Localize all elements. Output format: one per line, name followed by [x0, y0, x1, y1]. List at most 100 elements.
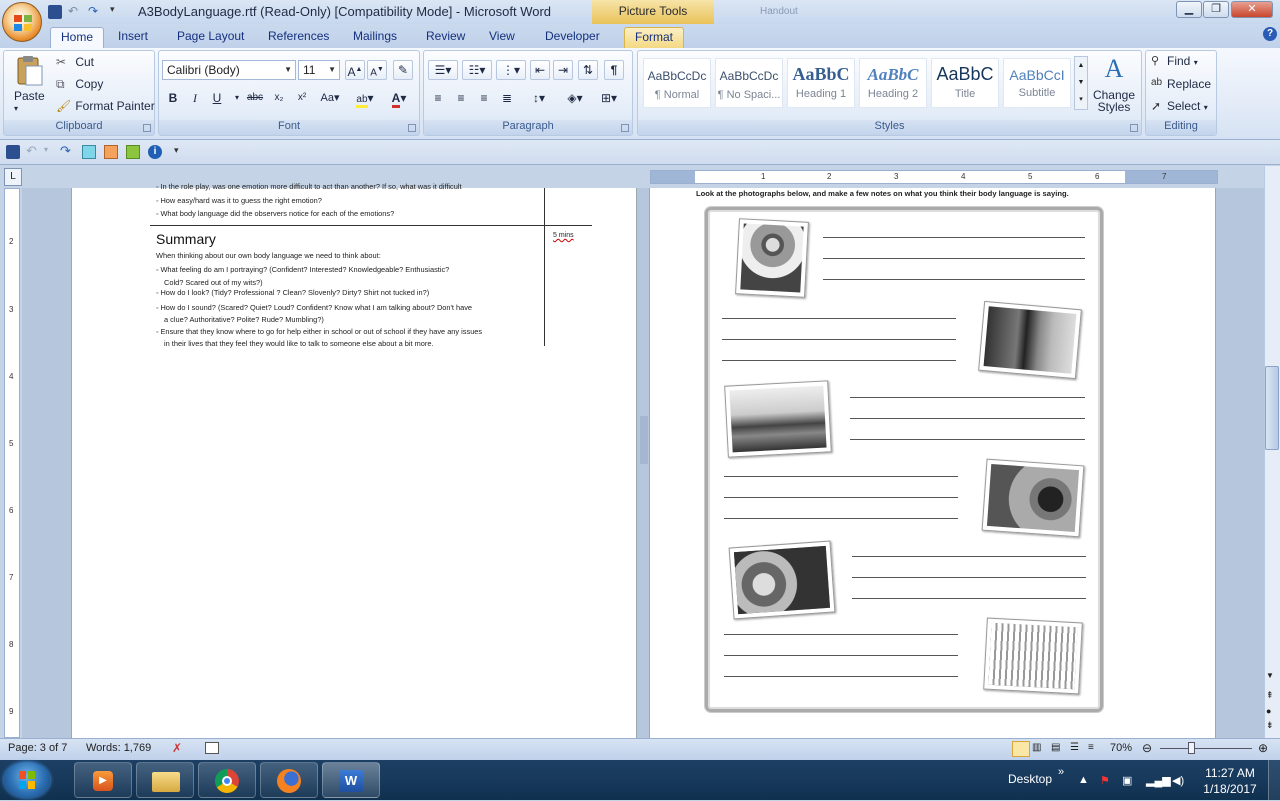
tab-review[interactable]: Review	[416, 27, 475, 48]
underline-dropdown-icon[interactable]: ▾	[227, 88, 247, 108]
help-icon[interactable]: ?	[1263, 27, 1277, 41]
next-page-icon[interactable]: ⇟	[1266, 720, 1274, 731]
clock-date[interactable]: 1/18/2017	[1198, 782, 1262, 796]
close-button[interactable]: ✕	[1231, 1, 1273, 18]
zoom-level[interactable]: 70%	[1110, 742, 1132, 754]
font-launcher-icon[interactable]	[408, 124, 416, 132]
tab-home[interactable]: Home	[50, 27, 105, 48]
horizontal-ruler[interactable]: 1 2 3 4 5 6 7	[650, 170, 1218, 184]
strikethrough-button[interactable]: abc	[245, 88, 265, 108]
save-icon[interactable]	[48, 5, 62, 19]
info-icon[interactable]: i	[148, 145, 162, 159]
office-button[interactable]	[2, 2, 42, 42]
font-color-button[interactable]: A▾	[384, 88, 414, 108]
styles-launcher-icon[interactable]	[1130, 124, 1138, 132]
taskbar-firefox[interactable]	[260, 762, 318, 798]
orange-color-icon[interactable]	[104, 145, 118, 159]
tab-selector[interactable]: L	[4, 168, 22, 186]
superscript-button[interactable]: x²	[292, 88, 312, 108]
tab-page-layout[interactable]: Page Layout	[167, 27, 254, 48]
style-no-spacing[interactable]: AaBbCcDc ¶ No Spaci...	[715, 58, 783, 108]
subscript-button[interactable]: x₂	[269, 88, 289, 108]
style-normal[interactable]: AaBbCcDc ¶ Normal	[643, 58, 711, 108]
tab-references[interactable]: References	[258, 27, 339, 48]
draft-view-icon[interactable]: ≡	[1088, 742, 1094, 753]
highlight-button[interactable]: ab▾	[350, 88, 380, 108]
find-button[interactable]: ⚲ Find ▾	[1151, 54, 1198, 70]
photo-two-women[interactable]	[728, 540, 836, 620]
styles-scroll[interactable]: ▲ ▼ ▾	[1074, 56, 1088, 110]
tray-volume-icon[interactable]: ◀)	[1172, 774, 1184, 787]
shading-button[interactable]: ◈▾	[560, 88, 590, 108]
clipboard-launcher-icon[interactable]	[143, 124, 151, 132]
taskbar-word[interactable]: W	[322, 762, 380, 798]
font-size-combo[interactable]: 11 ▼	[298, 60, 340, 80]
photo-group-meeting[interactable]	[724, 380, 832, 458]
taskbar-chrome[interactable]	[198, 762, 256, 798]
underline-button[interactable]: U	[207, 88, 227, 108]
save-icon[interactable]	[6, 145, 20, 159]
change-styles-button[interactable]: Change Styles	[1092, 89, 1136, 113]
proofing-icon[interactable]: ✗	[172, 741, 182, 755]
undo-icon[interactable]: ↶	[26, 143, 37, 159]
photo-children-fence[interactable]	[983, 617, 1083, 695]
clock-time[interactable]: 11:27 AM	[1198, 766, 1262, 780]
undo-dropdown-icon[interactable]: ▾	[44, 145, 48, 154]
copy-button[interactable]: ⧉ Copy	[56, 77, 103, 93]
increase-indent-button[interactable]: ⇥	[553, 60, 573, 80]
clear-formatting-button[interactable]: ✎	[393, 60, 413, 80]
change-case-button[interactable]: Aa▾	[316, 88, 344, 108]
customize-qat-icon[interactable]: ▾	[110, 4, 115, 15]
start-button[interactable]	[4, 762, 50, 798]
vertical-scrollbar[interactable]	[1264, 166, 1280, 738]
undo-icon[interactable]: ↶	[68, 4, 78, 18]
redo-icon[interactable]: ↷	[60, 143, 71, 159]
paragraph-launcher-icon[interactable]	[621, 124, 629, 132]
minimize-button[interactable]: ▁	[1176, 1, 1202, 18]
align-center-button[interactable]: ≡	[451, 88, 471, 108]
bold-button[interactable]: B	[163, 88, 183, 108]
tab-view[interactable]: View	[479, 27, 525, 48]
green-color-icon[interactable]	[126, 145, 140, 159]
photo-hand-gesture[interactable]	[735, 218, 809, 298]
style-heading-1[interactable]: AaBbC Heading 1	[787, 58, 855, 108]
web-layout-view-icon[interactable]: ▤	[1051, 742, 1060, 753]
full-screen-view-icon[interactable]: ▥	[1032, 742, 1041, 753]
zoom-out-icon[interactable]: ⊖	[1142, 741, 1152, 755]
tab-mailings[interactable]: Mailings	[343, 27, 407, 48]
toolbar-expand-icon[interactable]: »	[1058, 766, 1064, 778]
align-right-button[interactable]: ≡	[474, 88, 494, 108]
print-layout-view-icon[interactable]	[1012, 741, 1030, 757]
zoom-slider-thumb[interactable]	[1188, 742, 1195, 754]
tray-network-icon[interactable]: ▂▄▆	[1146, 774, 1171, 787]
style-subtitle[interactable]: AaBbCcI Subtitle	[1003, 58, 1071, 108]
zoom-slider-track[interactable]	[1160, 748, 1252, 749]
align-left-button[interactable]: ≡	[428, 88, 448, 108]
photo-man-sitting[interactable]	[978, 300, 1082, 380]
browse-object-icon[interactable]: ●	[1266, 706, 1271, 716]
maximize-button[interactable]: ❐	[1203, 1, 1229, 18]
format-painter-button[interactable]: 🖌 Format Painter	[56, 99, 155, 115]
show-desktop-button[interactable]	[1268, 760, 1280, 800]
desktop-toolbar[interactable]: Desktop	[1008, 772, 1052, 786]
grow-font-button[interactable]: A▲	[345, 60, 365, 80]
multilevel-list-button[interactable]: ⋮▾	[496, 60, 526, 80]
previous-page-icon[interactable]: ⇞	[1266, 690, 1274, 701]
select-button[interactable]: ➚ Select ▾	[1151, 99, 1208, 115]
line-spacing-button[interactable]: ↕▾	[524, 88, 554, 108]
cut-button[interactable]: ✂ Cut	[56, 55, 94, 71]
scroll-down-icon[interactable]: ▼	[1266, 671, 1274, 680]
word-count[interactable]: Words: 1,769	[86, 742, 151, 754]
numbering-button[interactable]: ☷▾	[462, 60, 492, 80]
tray-flag-icon[interactable]: ⚑	[1100, 774, 1110, 787]
vertical-ruler[interactable]: 2 3 4 5 6 7 8 9	[4, 188, 20, 738]
italic-button[interactable]: I	[185, 88, 205, 108]
justify-button[interactable]: ≣	[497, 88, 517, 108]
paste-icon[interactable]	[12, 54, 46, 88]
tray-device-icon[interactable]: ▣	[1122, 774, 1132, 787]
tab-developer[interactable]: Developer	[535, 27, 610, 48]
tray-show-hidden-icon[interactable]: ▲	[1078, 774, 1089, 786]
taskbar-media-player[interactable]: ▶	[74, 762, 132, 798]
photo-child-hiding[interactable]	[981, 458, 1085, 538]
tab-format[interactable]: Format	[624, 27, 685, 48]
